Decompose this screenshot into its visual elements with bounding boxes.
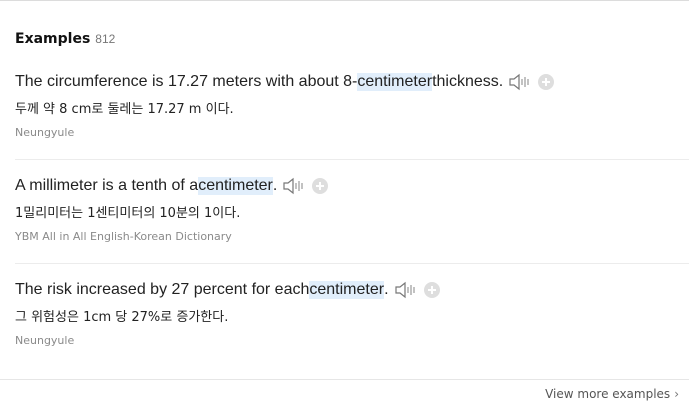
example-item: The circumference is 17.27 meters with a… [15, 73, 689, 139]
example-source: YBM All in All English-Korean Dictionary [15, 230, 232, 243]
examples-count: 812 [95, 32, 116, 46]
example-source: Neungyule [15, 126, 75, 139]
example-item: A millimeter is a tenth of a centimeter.… [15, 177, 689, 243]
example-source: Neungyule [15, 334, 75, 347]
sentence-text: thickness. [432, 73, 504, 90]
chevron-right-icon: › [674, 387, 679, 401]
sentence-text: A millimeter is a tenth of a [15, 177, 199, 194]
section-title: Examples [15, 31, 91, 47]
example-translation: 그 위험성은 1cm 당 27%로 증가한다. [15, 310, 229, 325]
example-sentence[interactable]: The circumference is 17.27 meters with a… [15, 73, 689, 91]
highlighted-word: centimeter [357, 73, 433, 91]
view-more-examples-link[interactable]: View more examples › [545, 387, 679, 401]
example-divider [15, 159, 689, 160]
sentence-text: The risk increased by 27 percent for eac… [15, 281, 310, 298]
highlighted-word: centimeter [309, 281, 385, 299]
examples-header: Examples 812 [15, 31, 115, 47]
top-divider [0, 0, 689, 1]
add-to-wordbook-button[interactable] [538, 74, 555, 90]
example-sentence[interactable]: A millimeter is a tenth of a centimeter. [15, 177, 689, 195]
example-divider [15, 263, 689, 264]
add-to-wordbook-button[interactable] [423, 282, 440, 298]
speaker-icon[interactable] [282, 177, 306, 195]
speaker-icon[interactable] [394, 281, 418, 299]
example-translation: 1밀리미터는 1센티미터의 10분의 1이다. [15, 206, 241, 221]
example-translation: 두께 약 8 cm로 둘레는 17.27 m 이다. [15, 102, 234, 117]
highlighted-word: centimeter [198, 177, 273, 195]
sentence-text: . [384, 281, 389, 298]
sentence-text: The circumference is 17.27 meters with a… [15, 73, 358, 90]
example-item: The risk increased by 27 percent for eac… [15, 281, 689, 347]
view-more-label: View more examples [545, 387, 671, 401]
sentence-text: . [272, 177, 278, 194]
footer-divider [0, 379, 689, 380]
add-to-wordbook-button[interactable] [312, 178, 329, 194]
example-sentence[interactable]: The risk increased by 27 percent for eac… [15, 281, 689, 299]
speaker-icon[interactable] [508, 73, 532, 91]
